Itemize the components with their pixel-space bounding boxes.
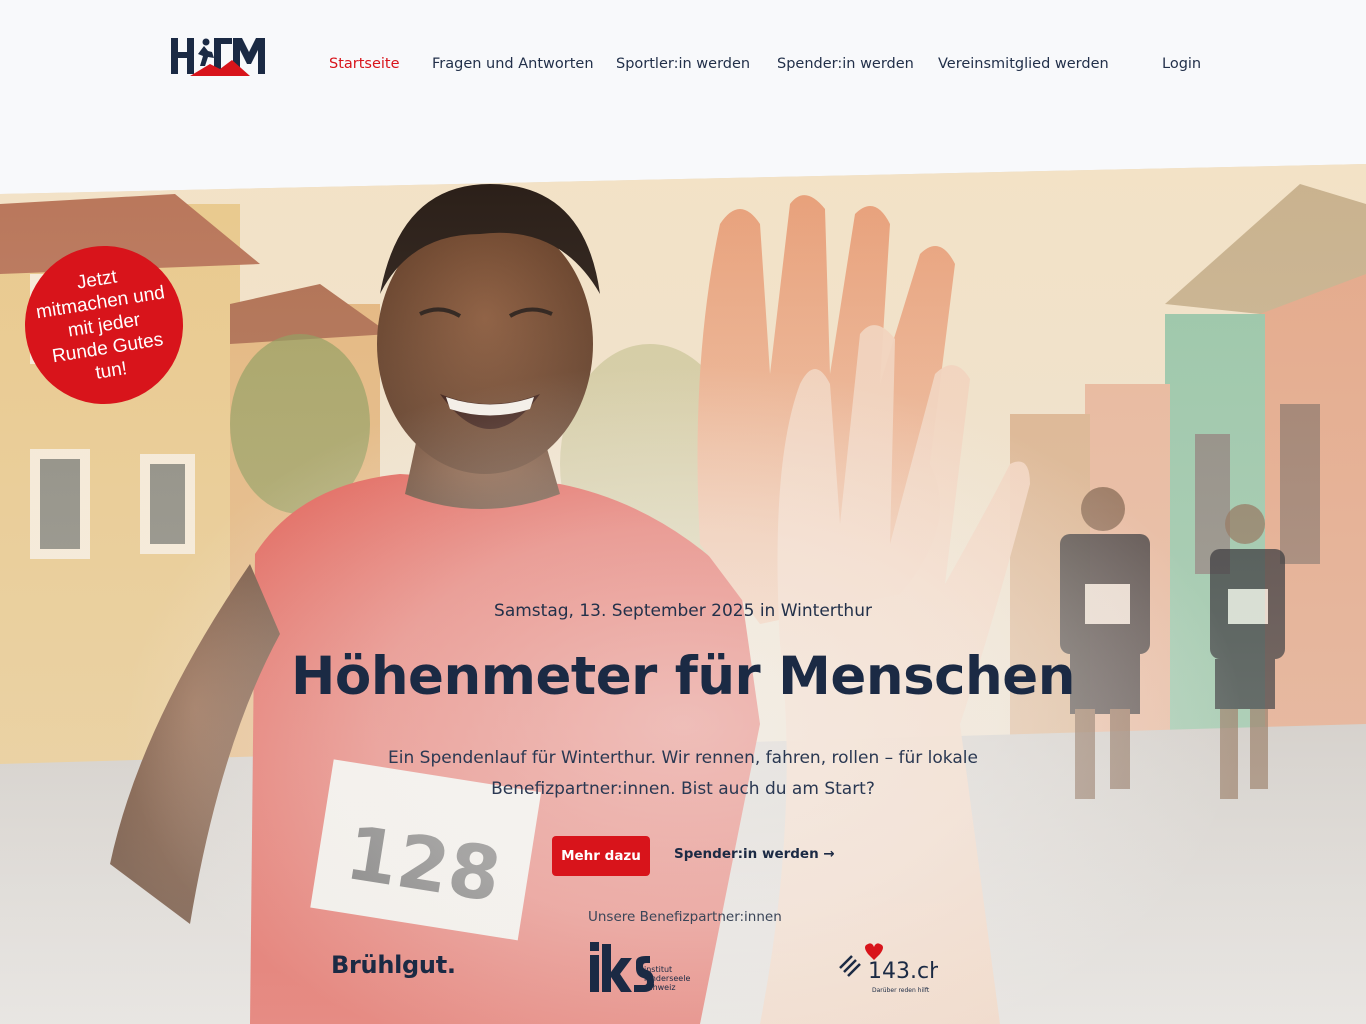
login-link[interactable]: Login xyxy=(1162,56,1201,72)
svg-text:schweiz: schweiz xyxy=(644,983,676,992)
svg-text:Darüber reden hilft: Darüber reden hilft xyxy=(872,987,930,994)
hero-section: 128 xyxy=(0,164,1366,1024)
nav-item-sportler-werden[interactable]: Sportler:in werden xyxy=(616,56,750,72)
nav-item-startseite[interactable]: Startseite xyxy=(329,56,400,72)
hfm-logo[interactable] xyxy=(170,36,266,76)
nav-item-fragen-und-antworten[interactable]: Fragen und Antworten xyxy=(432,56,594,72)
spender-werden-link[interactable]: Spender:in werden → xyxy=(674,846,835,862)
page-title: Höhenmeter für Menschen xyxy=(291,646,1075,707)
svg-text:kinderseele: kinderseele xyxy=(644,974,690,983)
nav-item-spender-werden[interactable]: Spender:in werden xyxy=(777,56,914,72)
svg-text:institut: institut xyxy=(644,965,672,974)
partner-logo-143ch[interactable]: 143.ch Darüber reden hilft xyxy=(838,942,938,996)
mehr-dazu-button[interactable]: Mehr dazu xyxy=(552,836,650,876)
svg-text:143.ch: 143.ch xyxy=(868,959,938,984)
site-header: Startseite Fragen und Antworten Sportler… xyxy=(0,0,1366,130)
promo-badge-text: Jetzt mitmachen und mit jeder Runde Gute… xyxy=(34,266,167,384)
partner-logo-bruehlgut[interactable]: Brühlgut. xyxy=(331,951,456,979)
partners-label: Unsere Benefizpartner:innen xyxy=(588,909,782,925)
event-date: Samstag, 13. September 2025 in Winterthu… xyxy=(494,601,872,621)
hero-overlay xyxy=(0,164,1366,1024)
nav-item-vereinsmitglied-werden[interactable]: Vereinsmitglied werden xyxy=(938,56,1109,72)
hero-lead-text: Ein Spendenlauf für Winterthur. Wir renn… xyxy=(388,748,978,799)
partner-logo-iks[interactable]: institut kinderseele schweiz xyxy=(588,942,698,994)
